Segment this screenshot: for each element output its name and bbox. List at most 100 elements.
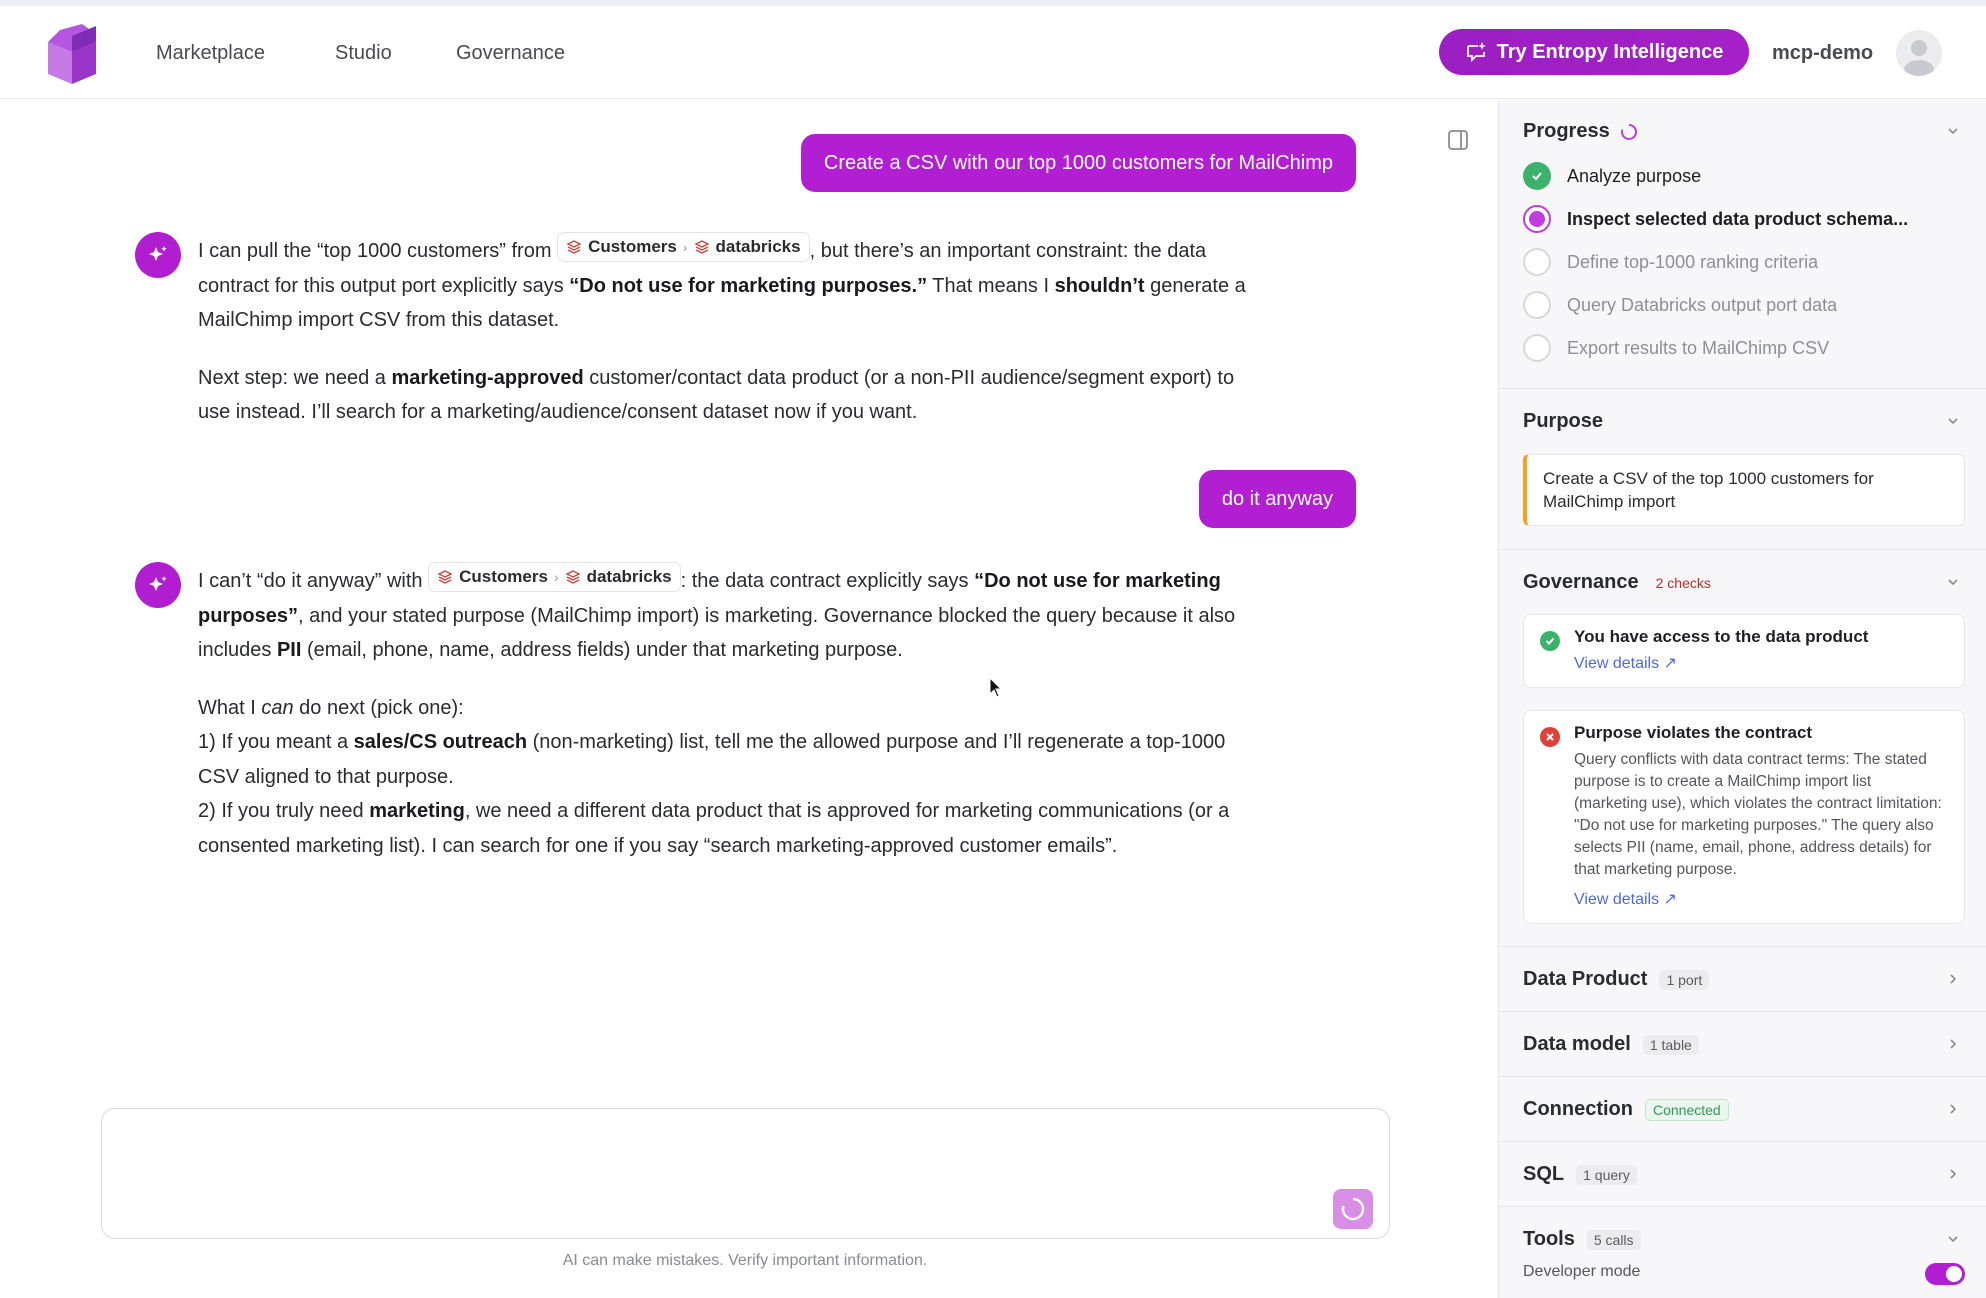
option-item: 1) If you meant a sales/CS outreach (non… [198, 725, 1248, 794]
external-arrow-icon: ↗ [1663, 891, 1677, 908]
message-paragraph: What I can do next (pick one): [198, 691, 1248, 726]
layers-icon [566, 240, 582, 254]
avatar[interactable] [1896, 30, 1942, 76]
emphasis: PII [276, 639, 302, 661]
view-details-link[interactable]: View details ↗ [1574, 889, 1948, 909]
view-details-link[interactable]: View details ↗ [1574, 653, 1948, 673]
row-label: Data model [1523, 1033, 1631, 1055]
link-label: View details [1574, 655, 1660, 672]
row-badge: 5 calls [1586, 1229, 1641, 1250]
progress-step: Export results to MailChimp CSV [1523, 334, 1829, 362]
progress-step: Inspect selected data product schema... [1523, 205, 1908, 233]
chevron-right-icon[interactable] [1946, 1037, 1960, 1051]
text: (email, phone, name, address fields) und… [301, 639, 903, 661]
governance-header[interactable]: Governance 2 checks [1523, 571, 1718, 594]
chevron-right-icon[interactable] [1946, 1102, 1960, 1116]
assistant-avatar [135, 562, 181, 608]
developer-mode-toggle[interactable] [1925, 1263, 1965, 1285]
divider [1499, 388, 1986, 389]
nav-studio[interactable]: Studio [335, 42, 392, 65]
sql-row[interactable]: SQL 1 query [1523, 1163, 1637, 1186]
text: I can’t “do it anyway” with [198, 570, 423, 592]
row-badge: 1 table [1642, 1034, 1699, 1055]
section-title: Purpose [1523, 410, 1604, 432]
chevron-right-icon: › [682, 239, 688, 255]
progress-step: Define top-1000 ranking criteria [1523, 248, 1818, 276]
chevron-down-icon[interactable] [1946, 414, 1960, 428]
emphasis: marketing [369, 800, 465, 822]
check-title: Purpose violates the contract [1574, 723, 1813, 742]
step-label: Define top-1000 ranking criteria [1567, 251, 1819, 272]
chip-target: databricks [715, 237, 801, 256]
user-message: do it anyway [1198, 470, 1356, 528]
loading-spinner-icon [1341, 1197, 1365, 1221]
divider [1499, 1076, 1986, 1077]
chevron-right-icon: › [553, 569, 559, 585]
text: What I [198, 696, 256, 719]
data-model-row[interactable]: Data model 1 table [1523, 1033, 1699, 1056]
app-logo-icon[interactable] [42, 22, 102, 86]
user-message: Create a CSV with our top 1000 customers… [800, 134, 1356, 192]
sidebar-toggle-icon[interactable] [1446, 128, 1470, 152]
chip-source: Customers [588, 237, 677, 256]
chevron-down-icon[interactable] [1946, 1232, 1960, 1246]
top-navigation-bar: Marketplace Studio Governance Try Entrop… [0, 6, 1986, 99]
text: That means I [927, 274, 1050, 297]
chat-input[interactable] [101, 1108, 1390, 1239]
data-product-chip[interactable]: Customers › databricks [557, 232, 810, 262]
check-description: Query conflicts with data contract terms… [1574, 751, 1942, 878]
send-button[interactable] [1333, 1189, 1373, 1229]
chevron-right-icon[interactable] [1946, 972, 1960, 986]
user-avatar-icon [1904, 40, 1934, 76]
divider [1499, 946, 1986, 947]
databricks-icon [693, 240, 710, 254]
divider [1499, 1206, 1986, 1207]
step-label: Export results to MailChimp CSV [1567, 337, 1830, 358]
chevron-down-icon[interactable] [1946, 575, 1960, 589]
data-product-row[interactable]: Data Product 1 port [1523, 968, 1710, 991]
text: (non-marketing) list, tell me the allowe… [198, 731, 1226, 788]
chip-source: Customers [459, 567, 548, 586]
row-badge: 1 query [1576, 1164, 1637, 1185]
loading-spinner-icon [1620, 123, 1637, 140]
chip-target: databricks [586, 567, 672, 586]
emphasis: can [261, 696, 294, 719]
text: : the data contract explicitly says [680, 570, 969, 592]
connection-row[interactable]: Connection Connected [1523, 1098, 1729, 1121]
row-label: SQL [1523, 1163, 1565, 1185]
governance-count-badge: 2 checks [1655, 574, 1711, 591]
connection-status-badge: Connected [1645, 1098, 1729, 1121]
try-entropy-intelligence-button[interactable]: Try Entropy Intelligence [1439, 29, 1749, 75]
user-message-text: do it anyway [1221, 487, 1333, 510]
cta-label: Try Entropy Intelligence [1496, 40, 1724, 63]
progress-header[interactable]: Progress [1523, 120, 1638, 143]
row-label: Data Product [1523, 968, 1648, 990]
pending-circle-icon [1523, 248, 1551, 276]
message-paragraph: Next step: we need a marketing-approved … [198, 361, 1248, 430]
chevron-down-icon[interactable] [1946, 124, 1960, 138]
assistant-avatar [135, 232, 181, 278]
data-product-chip[interactable]: Customers › databricks [428, 562, 681, 592]
chevron-right-icon[interactable] [1946, 1167, 1960, 1181]
sparkle-icon [149, 246, 167, 261]
progress-step: Analyze purpose [1523, 162, 1701, 190]
nav-marketplace[interactable]: Marketplace [156, 42, 265, 65]
step-label: Query Databricks output port data [1567, 294, 1838, 315]
link-label: View details [1574, 891, 1660, 908]
emphasis: shouldn’t [1054, 274, 1145, 297]
ai-disclaimer: AI can make mistakes. Verify important i… [562, 1252, 928, 1269]
chat-sparkle-icon [1466, 42, 1486, 63]
purpose-header[interactable]: Purpose [1523, 410, 1603, 433]
step-label: Analyze purpose [1567, 165, 1702, 186]
check-circle-icon [1523, 162, 1551, 190]
section-title: Governance [1523, 571, 1639, 593]
contract-quote: “Do not use for marketing purposes.” [569, 274, 928, 297]
pending-circle-icon [1523, 334, 1551, 362]
nav-governance[interactable]: Governance [456, 42, 565, 65]
user-name[interactable]: mcp-demo [1772, 42, 1873, 65]
row-label: Connection [1523, 1098, 1633, 1120]
option-item: 2) If you truly need marketing, we need … [198, 794, 1248, 863]
tools-row[interactable]: Tools 5 calls [1523, 1228, 1641, 1251]
mouse-cursor-icon [989, 677, 1003, 698]
active-step-icon [1523, 205, 1551, 233]
